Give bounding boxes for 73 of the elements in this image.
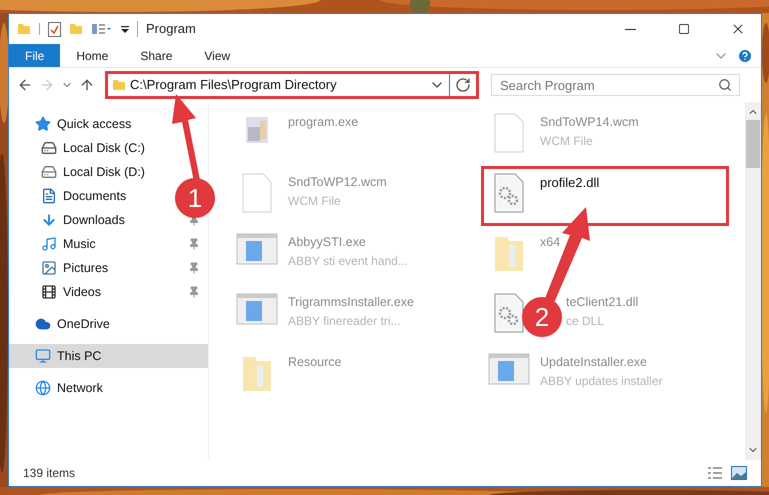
- music-icon: [41, 236, 57, 252]
- maximize-icon: [678, 23, 690, 35]
- properties-icon[interactable]: [48, 22, 61, 36]
- nav-item[interactable]: Documents: [9, 184, 169, 208]
- ribbon-tab[interactable]: File: [9, 44, 60, 67]
- document-icon: [241, 173, 273, 213]
- window-title: Program: [146, 20, 196, 38]
- file-type: ABBY sti event hand...: [288, 252, 408, 270]
- cloud-icon: [35, 316, 51, 332]
- globe-icon: [35, 380, 51, 396]
- file-type: ce DLL: [566, 312, 606, 330]
- file-name: profile2.dll: [540, 174, 600, 192]
- help-icon[interactable]: [737, 48, 753, 64]
- pin-icon[interactable]: [188, 238, 200, 250]
- nav-item[interactable]: OneDrive: [9, 312, 208, 336]
- file-name: teClient21.dll: [566, 294, 638, 311]
- application-icon: [236, 233, 278, 265]
- file-name: program.exe: [288, 114, 358, 131]
- film-icon: [41, 284, 57, 300]
- nav-item[interactable]: Videos: [9, 280, 169, 304]
- document-icon: [493, 113, 525, 153]
- step-badge: 2: [522, 297, 562, 337]
- nav-item[interactable]: Quick access: [9, 112, 208, 136]
- application-icon: [488, 353, 530, 385]
- file-name: SndToWP14.wcm: [540, 114, 639, 131]
- search-icon[interactable]: [718, 78, 732, 92]
- nav-item[interactable]: Network: [9, 376, 208, 400]
- pin-icon[interactable]: [188, 286, 200, 298]
- file-name: AbbyySTI.exe: [288, 234, 367, 251]
- gear-file-icon: [493, 173, 525, 213]
- star-icon: [35, 116, 51, 132]
- folder-icon: [112, 78, 126, 92]
- nav-item[interactable]: This PC: [9, 344, 208, 368]
- up-icon[interactable]: [79, 77, 95, 93]
- address-path: C:\Program Files\Program Directory: [130, 76, 338, 94]
- download-icon: [41, 212, 57, 228]
- gear-file-icon: [493, 293, 525, 333]
- picture-icon: [41, 260, 57, 276]
- item-count: 139 items: [23, 465, 76, 482]
- file-type: WCM File: [540, 132, 594, 150]
- pin-icon[interactable]: [188, 262, 200, 274]
- customize-toolbar-icon[interactable]: [121, 24, 129, 34]
- nav-item[interactable]: Pictures: [9, 256, 169, 280]
- nav-item[interactable]: Music: [9, 232, 169, 256]
- file-name: SndToWP12.wcm: [288, 174, 387, 191]
- nav-item[interactable]: Local Disk (D:): [9, 160, 169, 184]
- address-field[interactable]: C:\Program Files\Program Directory: [105, 71, 479, 99]
- ribbon-tab[interactable]: Home: [60, 44, 124, 67]
- file-type: ABBY updates installer: [540, 372, 663, 390]
- monitor-icon: [35, 348, 51, 364]
- file-name: TrigrammsInstaller.exe: [288, 294, 414, 311]
- thumbnail-view-icon[interactable]: [731, 466, 747, 480]
- ribbon-tab[interactable]: View: [188, 44, 246, 67]
- document-icon: [41, 188, 57, 204]
- view-options-icon[interactable]: [91, 22, 113, 36]
- scroll-thumb[interactable]: [746, 120, 760, 168]
- file-name: Resource: [288, 354, 342, 371]
- refresh-icon[interactable]: [455, 77, 471, 93]
- scrollbar[interactable]: [745, 102, 761, 460]
- application-icon: [236, 293, 278, 325]
- ribbon-tab[interactable]: Share: [124, 44, 188, 67]
- file-type: WCM File: [288, 192, 342, 210]
- back-icon[interactable]: [17, 77, 33, 93]
- file-name: UpdateInstaller.exe: [540, 354, 648, 371]
- minimize-icon: [624, 28, 636, 30]
- drive-icon: [41, 140, 57, 156]
- file-name: x64: [540, 234, 560, 251]
- nav-item[interactable]: Downloads: [9, 208, 169, 232]
- drive-icon: [41, 164, 57, 180]
- details-view-icon[interactable]: [707, 466, 723, 480]
- file-type: ABBY finereader tri...: [288, 312, 402, 330]
- nav-item[interactable]: Local Disk (C:): [9, 136, 169, 160]
- search-field[interactable]: Search Program: [491, 74, 740, 96]
